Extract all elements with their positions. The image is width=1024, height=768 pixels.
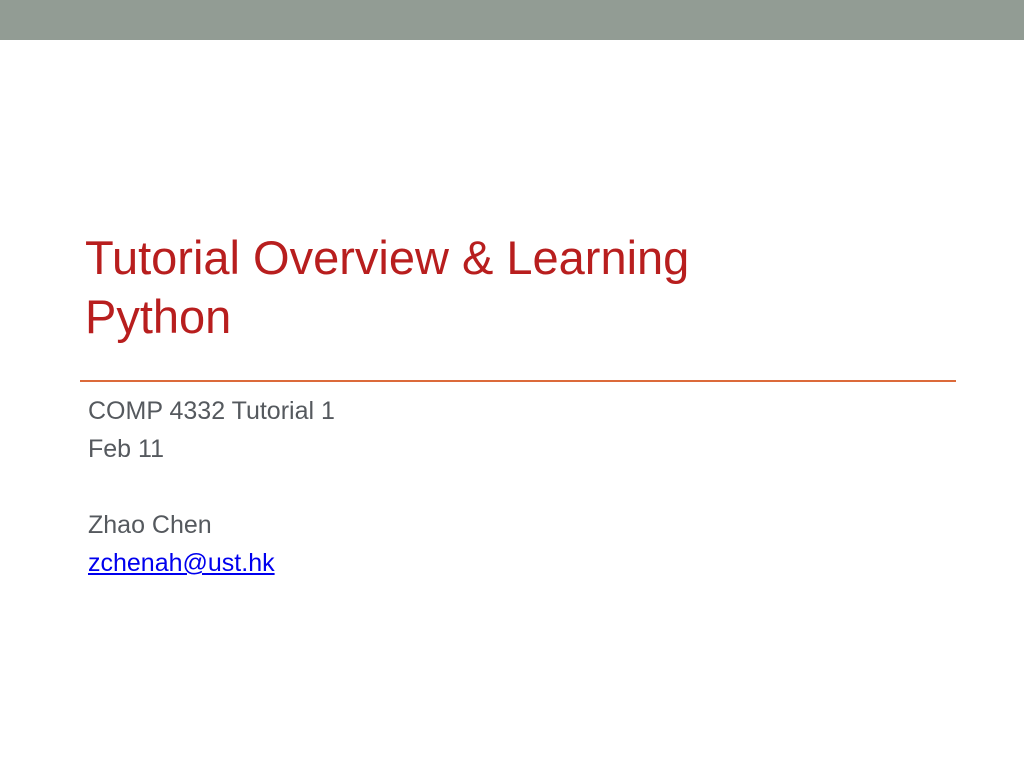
title-divider (80, 380, 956, 382)
email-link[interactable]: zchenah@ust.hk (88, 549, 275, 577)
slide-subtitle: COMP 4332 Tutorial 1 Feb 11 Zhao Chen zc… (88, 392, 948, 582)
slide-title-line-2: Python (85, 290, 232, 343)
date-label: Feb 11 (88, 435, 164, 463)
email-line: zchenah@ust.hk (88, 544, 948, 582)
slide-title-line-1: Tutorial Overview & Learning (85, 231, 690, 284)
subtitle-spacer (88, 468, 948, 506)
slide: Tutorial Overview & Learning Python COMP… (0, 0, 1024, 768)
top-accent-bar (0, 0, 1024, 40)
author-name: Zhao Chen (88, 511, 212, 539)
slide-title: Tutorial Overview & Learning Python (85, 228, 945, 346)
course-label: COMP 4332 Tutorial 1 (88, 397, 335, 425)
